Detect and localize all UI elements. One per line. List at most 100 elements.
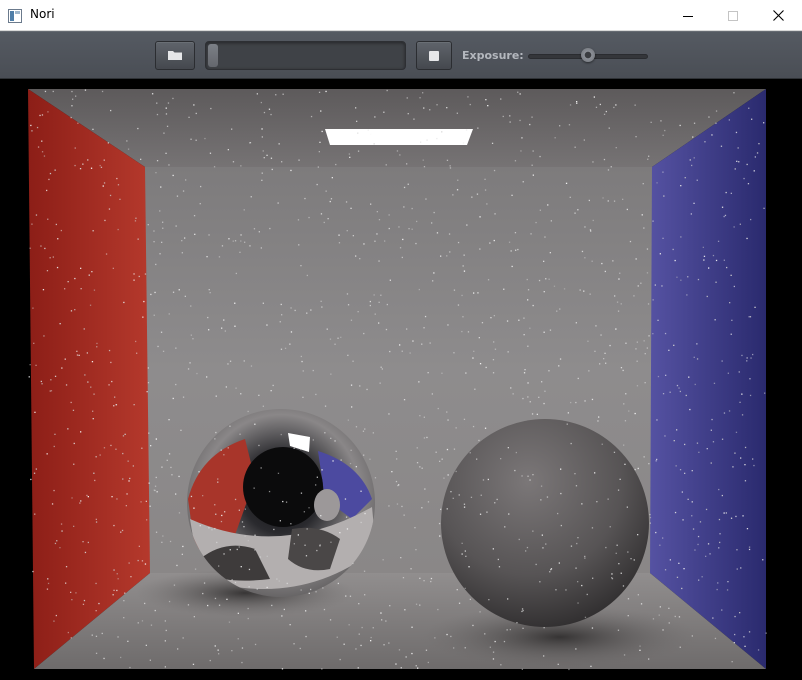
exposure-slider-knob[interactable] [581,48,595,62]
noise-speck [258,394,260,396]
noise-speck [109,194,112,197]
noise-speck [693,122,696,124]
noise-speck [99,454,101,456]
noise-speck [145,500,147,502]
noise-speck [172,97,174,100]
noise-speck [697,535,700,538]
noise-speck [613,451,616,453]
noise-speck [630,558,632,560]
noise-speck [52,90,54,93]
noise-speck [70,401,72,404]
noise-speck [626,506,628,508]
noise-speck [530,233,532,235]
stop-render-button[interactable] [416,41,452,70]
noise-speck [422,92,424,94]
noise-speck [137,127,139,130]
noise-speck [594,472,596,474]
render-view [0,79,802,680]
noise-speck [329,619,332,621]
noise-speck [373,294,375,296]
noise-speck [261,128,263,130]
noise-speck [200,185,202,188]
noise-speck [331,177,333,179]
noise-speck [401,350,403,352]
noise-speck [75,592,77,594]
noise-speck [543,627,545,629]
noise-speck [355,255,357,257]
noise-speck [117,184,120,186]
noise-speck [93,393,95,395]
noise-speck [664,569,667,571]
noise-speck [95,521,98,523]
noise-speck [223,454,225,456]
noise-speck [436,232,439,234]
noise-speck [493,341,495,343]
noise-speck [635,136,637,138]
noise-speck [367,129,369,131]
noise-speck [437,608,439,611]
noise-speck [173,584,176,586]
noise-speck [189,362,191,364]
noise-speck [736,160,738,162]
noise-speck [500,664,502,666]
noise-speck [378,322,380,324]
close-button[interactable] [755,0,801,31]
noise-speck [312,439,314,441]
noise-speck [217,481,219,483]
noise-speck [350,319,353,321]
noise-speck [203,582,206,584]
noise-speck [156,160,159,162]
noise-speck [125,505,127,507]
noise-speck [577,602,579,604]
noise-speck [83,599,86,602]
noise-speck [419,577,421,579]
noise-speck [691,164,693,167]
noise-speck [492,658,495,660]
noise-speck [236,548,238,551]
noise-speck [588,199,590,202]
noise-speck [89,304,92,306]
noise-speck [487,105,489,107]
noise-speck [508,513,510,515]
noise-speck [94,479,96,482]
noise-speck [350,384,353,386]
noise-speck [423,580,425,582]
open-file-button[interactable] [155,41,195,70]
noise-speck [234,325,236,327]
noise-speck [208,527,210,529]
noise-speck [398,484,400,486]
noise-speck [664,332,667,335]
noise-speck [190,305,192,307]
noise-speck [244,508,246,510]
minimize-button[interactable] [665,0,711,31]
noise-speck [610,166,612,168]
noise-speck [396,458,398,460]
noise-speck [137,622,139,624]
noise-speck [250,196,252,198]
noise-speck [306,528,308,530]
noise-speck [434,637,436,639]
noise-speck [234,240,237,242]
noise-speck [411,626,413,628]
noise-speck [469,103,471,106]
maximize-button[interactable] [710,0,756,31]
noise-speck [248,586,250,588]
noise-speck [70,591,72,593]
noise-speck [385,620,387,622]
noise-speck [691,501,693,503]
noise-speck [323,608,326,611]
noise-speck [465,129,468,131]
noise-speck [96,346,98,348]
noise-speck [239,251,241,253]
noise-speck [622,369,624,372]
noise-speck [119,198,121,200]
noise-speck [103,657,105,660]
noise-speck [425,198,427,200]
noise-speck [616,301,619,303]
noise-speck [134,220,137,222]
noise-speck [691,635,693,637]
noise-speck [750,218,752,221]
noise-speck [691,515,693,517]
noise-speck [361,626,363,629]
noise-speck [95,582,97,585]
